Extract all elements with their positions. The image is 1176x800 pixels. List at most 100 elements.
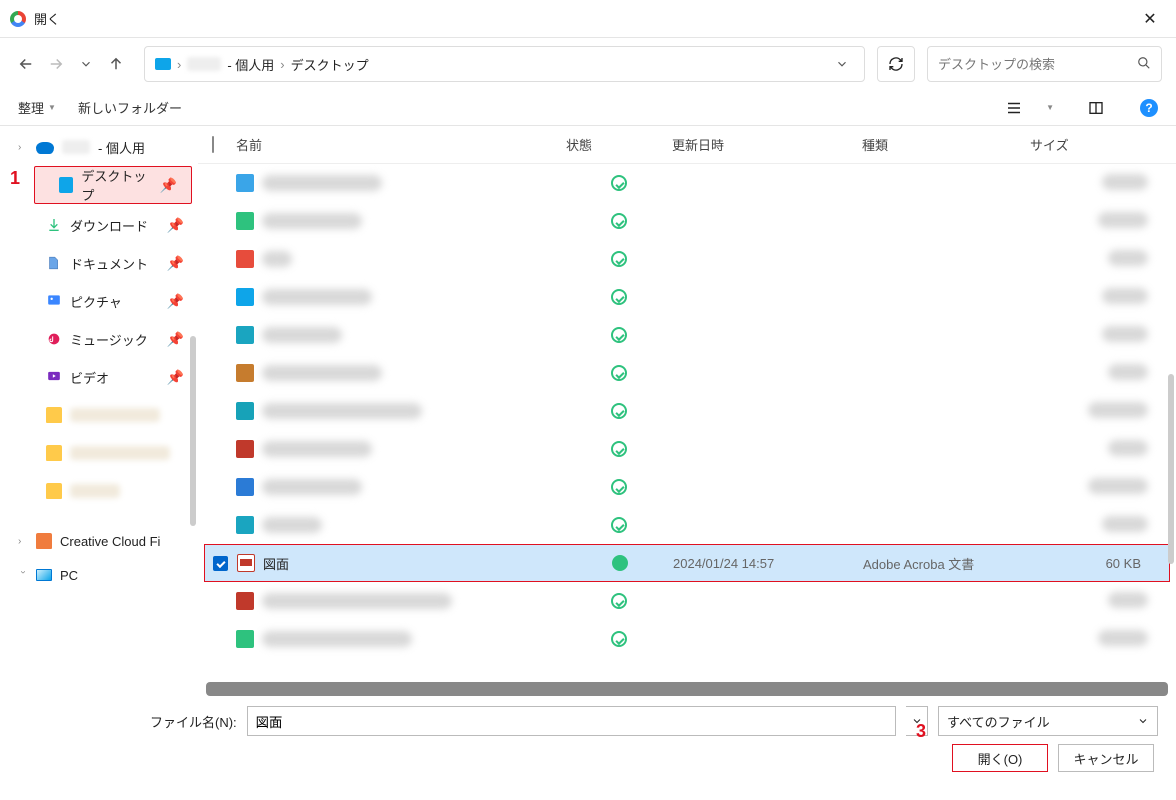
sidebar-item-redacted[interactable] xyxy=(22,396,198,434)
organize-menu[interactable]: 整理▼ xyxy=(18,98,56,117)
file-icon xyxy=(236,364,254,382)
file-row[interactable] xyxy=(198,278,1176,316)
breadcrumb-desktop[interactable]: デスクトップ xyxy=(291,55,369,74)
column-size[interactable]: サイズ xyxy=(1030,135,1176,154)
file-type: Adobe Acroba 文書 xyxy=(863,554,1031,573)
file-row[interactable] xyxy=(198,468,1176,506)
main-area: › - 個人用 1 デスクトップ 📌 ダウンロード 📌 ドキュメント 📌 xyxy=(0,126,1176,696)
file-icon xyxy=(236,440,254,458)
file-row[interactable] xyxy=(198,354,1176,392)
filename-label: ファイル名(N): xyxy=(150,712,237,731)
synced-filled-icon xyxy=(612,555,628,571)
pdf-icon xyxy=(237,554,255,572)
sidebar-item-videos[interactable]: ビデオ 📌 xyxy=(22,358,198,396)
address-bar[interactable]: › - 個人用 › デスクトップ xyxy=(144,46,865,82)
file-icon xyxy=(236,478,254,496)
breadcrumb-dropdown[interactable] xyxy=(830,52,854,76)
pin-icon[interactable]: 📌 xyxy=(167,369,184,386)
column-type[interactable]: 種類 xyxy=(862,135,1030,154)
view-options-button[interactable] xyxy=(1004,98,1024,118)
synced-icon xyxy=(611,327,627,343)
back-button[interactable] xyxy=(14,52,38,76)
sidebar-scrollbar[interactable] xyxy=(190,336,196,526)
pin-icon[interactable]: 📌 xyxy=(167,293,184,310)
preview-pane-button[interactable] xyxy=(1086,98,1106,118)
redacted-text xyxy=(70,408,160,422)
file-row[interactable] xyxy=(198,620,1176,658)
filetype-dropdown[interactable]: すべてのファイル xyxy=(938,706,1158,736)
sidebar-item-redacted[interactable] xyxy=(22,472,198,510)
filename-input[interactable] xyxy=(247,706,896,736)
file-row[interactable] xyxy=(198,582,1176,620)
pin-icon[interactable]: 📌 xyxy=(160,177,177,194)
select-all-checkbox[interactable] xyxy=(212,136,214,153)
bottom-panel: ファイル名(N): 3 すべてのファイル 開く(O) キャンセル xyxy=(0,696,1176,776)
pin-icon[interactable]: 📌 xyxy=(167,217,184,234)
search-input[interactable] xyxy=(938,57,1137,72)
video-icon xyxy=(46,369,62,385)
filetype-label: すべてのファイル xyxy=(947,712,1050,731)
redacted-segment xyxy=(187,57,221,71)
sidebar-pc[interactable]: › PC xyxy=(0,558,198,592)
forward-button[interactable] xyxy=(44,52,68,76)
column-name[interactable]: 名前 xyxy=(236,135,566,154)
cancel-button[interactable]: キャンセル xyxy=(1058,744,1154,772)
sidebar-creative-cloud[interactable]: › Creative Cloud Fi xyxy=(0,524,198,558)
file-icon xyxy=(236,212,254,230)
chevron-right-icon[interactable]: › xyxy=(18,142,28,153)
sidebar-item-music[interactable]: ミュージック 📌 xyxy=(22,320,198,358)
help-button[interactable]: ? xyxy=(1140,99,1158,117)
sidebar-item-downloads[interactable]: ダウンロード 📌 xyxy=(22,206,198,244)
file-row[interactable] xyxy=(198,316,1176,354)
file-row-selected[interactable]: 2 図面 2024/01/24 14:57 Adobe Acroba 文書 60… xyxy=(204,544,1170,582)
chrome-icon xyxy=(10,11,26,27)
open-button[interactable]: 開く(O) xyxy=(952,744,1048,772)
history-dropdown[interactable] xyxy=(74,52,98,76)
breadcrumb-personal: - 個人用 xyxy=(227,55,274,74)
up-button[interactable] xyxy=(104,52,128,76)
synced-icon xyxy=(611,479,627,495)
synced-icon xyxy=(611,213,627,229)
pin-icon[interactable]: 📌 xyxy=(167,331,184,348)
sidebar-item-redacted[interactable] xyxy=(22,434,198,472)
synced-icon xyxy=(611,593,627,609)
sidebar-item-pictures[interactable]: ピクチャ 📌 xyxy=(22,282,198,320)
file-row[interactable] xyxy=(198,430,1176,468)
file-row[interactable] xyxy=(198,202,1176,240)
row-checkbox[interactable] xyxy=(213,556,228,571)
pin-icon[interactable]: 📌 xyxy=(167,255,184,272)
toolbar: 整理▼ 新しいフォルダー ▼ ? xyxy=(0,90,1176,126)
file-row[interactable] xyxy=(198,240,1176,278)
search-icon[interactable] xyxy=(1137,56,1151,73)
file-icon xyxy=(236,250,254,268)
synced-icon xyxy=(611,631,627,647)
redacted-text xyxy=(262,175,382,191)
file-icon xyxy=(236,326,254,344)
synced-icon xyxy=(611,441,627,457)
download-icon xyxy=(46,217,62,233)
folder-icon xyxy=(46,483,62,499)
chevron-down-icon[interactable]: › xyxy=(18,570,29,580)
onedrive-icon xyxy=(36,142,54,154)
view-dropdown[interactable]: ▼ xyxy=(1046,103,1054,112)
close-button[interactable]: ✕ xyxy=(1130,4,1170,34)
column-state[interactable]: 状態 xyxy=(566,135,672,154)
file-size: 60 KB xyxy=(1031,556,1169,571)
sidebar-item-desktop[interactable]: デスクトップ 📌 xyxy=(34,166,192,204)
file-scrollbar-horizontal[interactable] xyxy=(206,682,1168,696)
sidebar-item-documents[interactable]: ドキュメント 📌 xyxy=(22,244,198,282)
column-date[interactable]: 更新日時 xyxy=(672,135,862,154)
file-row[interactable] xyxy=(198,164,1176,202)
dialog-title: 開く xyxy=(34,9,60,28)
file-row[interactable] xyxy=(198,506,1176,544)
file-row[interactable] xyxy=(198,392,1176,430)
file-scrollbar-vertical[interactable] xyxy=(1168,374,1174,564)
search-box[interactable] xyxy=(927,46,1162,82)
sidebar-onedrive[interactable]: › - 個人用 xyxy=(0,130,198,164)
sidebar: › - 個人用 1 デスクトップ 📌 ダウンロード 📌 ドキュメント 📌 xyxy=(0,126,198,696)
refresh-button[interactable] xyxy=(877,46,915,82)
chevron-right-icon[interactable]: › xyxy=(18,536,28,547)
file-pane: 名前 状態 更新日時 種類 サイズ 2 xyxy=(198,126,1176,696)
new-folder-button[interactable]: 新しいフォルダー xyxy=(78,98,182,117)
titlebar: 開く ✕ xyxy=(0,0,1176,38)
